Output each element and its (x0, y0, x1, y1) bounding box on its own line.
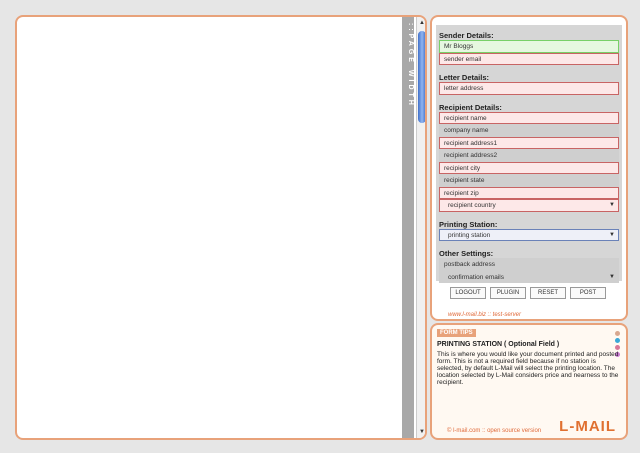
sender-details-label: Sender Details: (439, 31, 494, 40)
chevron-down-icon: ▼ (609, 231, 615, 238)
form-tips-panel: FORM TIPS PRINTING STATION ( Optional Fi… (430, 323, 628, 440)
printing-station-value: printing station (448, 231, 491, 239)
sender-name-input[interactable]: Mr Bloggs (439, 40, 619, 53)
scroll-up-icon[interactable]: ▲ (419, 20, 425, 26)
postback-address-input[interactable]: postback address (439, 258, 619, 271)
dot-icon[interactable] (615, 345, 620, 350)
confirmation-emails-select[interactable]: confirmation emails ▼ (439, 270, 619, 283)
chevron-down-icon: ▼ (609, 202, 615, 208)
tip-title: PRINTING STATION ( Optional Field ) (437, 341, 560, 348)
printing-station-label: Printing Station: (439, 219, 498, 229)
recipient-address1-input[interactable]: recipient address1 (439, 136, 619, 149)
server-footer: www.l-mail.biz :: test-server (448, 312, 522, 318)
plugin-button[interactable]: PLUGIN (490, 287, 526, 299)
post-button[interactable]: POST (570, 287, 606, 299)
other-settings-label: Other Settings: (439, 249, 494, 258)
printing-station-select[interactable]: printing station ▼ (439, 228, 619, 241)
reset-button[interactable]: RESET (530, 287, 566, 299)
copyright-link[interactable]: © l-mail.com :: open source version (447, 428, 541, 434)
logout-button[interactable]: LOGOUT (450, 287, 486, 299)
letter-form: Sender Details: Mr Bloggs sender email L… (436, 25, 622, 283)
scroll-down-icon[interactable]: ▼ (419, 429, 425, 435)
recipient-details-label: Recipient Details: (439, 102, 502, 112)
recipient-city-input[interactable]: recipient city (439, 161, 619, 174)
form-tips-tag: FORM TIPS (437, 329, 476, 337)
recipient-state-input[interactable]: recipient state (439, 174, 619, 187)
lmail-logo: L-MAIL (559, 418, 616, 435)
letter-address-input[interactable]: letter address (439, 82, 619, 95)
dot-icon[interactable] (615, 338, 620, 343)
tip-text: This is where you would like your docume… (437, 351, 619, 386)
letter-details-label: Letter Details: (439, 73, 490, 82)
sender-email-input[interactable]: sender email (439, 52, 619, 65)
chevron-down-icon: ▼ (609, 273, 615, 280)
scroll-thumb[interactable] (418, 31, 425, 123)
recipient-country-value: recipient country (448, 202, 496, 209)
company-name-input[interactable]: company name (439, 124, 619, 137)
recipient-name-input[interactable]: recipient name (439, 111, 619, 124)
page-preview-panel: ::PAGE WIDTH ▲ ▼ (15, 15, 427, 440)
recipient-country-select[interactable]: recipient country ▼ (439, 199, 619, 212)
scrollbar[interactable]: ▲ ▼ (416, 17, 425, 438)
form-panel: Sender Details: Mr Bloggs sender email L… (430, 15, 628, 321)
recipient-address2-input[interactable]: recipient address2 (439, 149, 619, 162)
dot-icon[interactable] (615, 331, 620, 336)
page-width-toggle[interactable]: ::PAGE WIDTH (402, 17, 414, 438)
recipient-zip-input[interactable]: recipient zip (439, 186, 619, 199)
confirmation-emails-value: confirmation emails (448, 273, 504, 281)
